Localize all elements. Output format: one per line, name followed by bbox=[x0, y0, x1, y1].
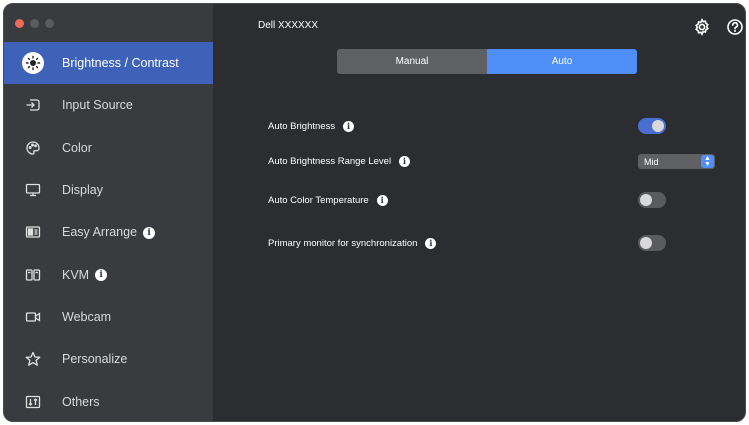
input-source-icon bbox=[22, 94, 44, 116]
auto-brightness-toggle[interactable] bbox=[638, 118, 666, 134]
auto-color-temp-label: Auto Color Temperature bbox=[268, 194, 369, 206]
range-level-row: Auto Brightness Range Level i bbox=[268, 153, 411, 169]
toggle-knob bbox=[640, 194, 652, 206]
layout-icon bbox=[22, 221, 44, 243]
range-level-label: Auto Brightness Range Level bbox=[268, 155, 392, 167]
auto-color-temp-toggle[interactable] bbox=[638, 192, 666, 208]
gear-icon[interactable] bbox=[693, 18, 711, 36]
main-panel: Dell XXXXXX Manual Auto Auto Brightness … bbox=[213, 4, 745, 421]
sidebar-item-label: Others bbox=[62, 394, 100, 409]
sidebar-item-label: Color bbox=[62, 140, 92, 155]
info-icon[interactable]: i bbox=[425, 237, 437, 249]
sun-icon bbox=[22, 52, 44, 75]
auto-color-temp-row: Auto Color Temperature i bbox=[268, 192, 388, 208]
sidebar-item-label: KVM i bbox=[62, 267, 108, 282]
sidebar-item-others[interactable]: Others bbox=[4, 380, 213, 421]
sidebar-item-brightness-contrast[interactable]: Brightness / Contrast bbox=[4, 42, 213, 85]
auto-mode-button[interactable]: Auto bbox=[487, 49, 637, 74]
window-controls bbox=[15, 19, 54, 28]
sidebar-item-text: KVM bbox=[62, 267, 90, 282]
zoom-window-button[interactable] bbox=[45, 19, 54, 28]
primary-sync-label: Primary monitor for synchronization bbox=[268, 237, 418, 249]
webcam-icon bbox=[22, 306, 44, 328]
sidebar-item-label: Personalize bbox=[62, 352, 128, 367]
auto-brightness-label: Auto Brightness bbox=[268, 120, 336, 132]
sidebar-item-color[interactable]: Color bbox=[4, 127, 213, 169]
chevron-up-down-icon: ▲ ▼ bbox=[701, 155, 714, 168]
kvm-icon bbox=[22, 264, 44, 286]
info-icon[interactable]: i bbox=[399, 155, 411, 167]
sidebar: Brightness / Contrast Input Source Color… bbox=[4, 4, 213, 421]
info-icon[interactable]: i bbox=[95, 269, 108, 282]
sidebar-item-label: Brightness / Contrast bbox=[62, 56, 179, 71]
sidebar-item-input-source[interactable]: Input Source bbox=[4, 84, 213, 126]
sidebar-item-webcam[interactable]: Webcam bbox=[4, 296, 213, 338]
sidebar-item-kvm[interactable]: KVM i bbox=[4, 253, 213, 295]
auto-brightness-row: Auto Brightness i bbox=[268, 118, 355, 134]
info-icon[interactable]: i bbox=[343, 120, 355, 132]
sidebar-item-personalize[interactable]: Personalize bbox=[4, 338, 213, 380]
monitor-icon bbox=[22, 179, 44, 201]
mode-segmented-control: Manual Auto bbox=[337, 49, 637, 74]
device-title: Dell XXXXXX bbox=[258, 20, 319, 31]
info-icon[interactable]: i bbox=[376, 194, 388, 206]
range-level-value: Mid bbox=[644, 156, 659, 167]
app-window: Brightness / Contrast Input Source Color… bbox=[3, 3, 746, 422]
help-icon[interactable] bbox=[726, 18, 744, 36]
others-icon bbox=[22, 391, 44, 413]
manual-mode-button[interactable]: Manual bbox=[337, 49, 487, 74]
toggle-knob bbox=[640, 237, 652, 249]
sidebar-item-label: Easy Arrange i bbox=[62, 225, 156, 240]
sidebar-item-easy-arrange[interactable]: Easy Arrange i bbox=[4, 211, 213, 253]
sidebar-item-display[interactable]: Display bbox=[4, 169, 213, 211]
palette-icon bbox=[22, 137, 44, 159]
sidebar-item-text: Easy Arrange bbox=[62, 225, 138, 240]
minimize-window-button[interactable] bbox=[30, 19, 39, 28]
sidebar-item-label: Webcam bbox=[62, 309, 112, 324]
info-icon[interactable]: i bbox=[143, 227, 156, 240]
range-level-select[interactable]: Mid ▲ ▼ bbox=[638, 154, 715, 169]
sidebar-item-label: Display bbox=[62, 183, 103, 198]
star-icon bbox=[22, 348, 44, 370]
sidebar-nav: Brightness / Contrast Input Source Color… bbox=[4, 42, 213, 421]
close-window-button[interactable] bbox=[15, 19, 24, 28]
primary-sync-row: Primary monitor for synchronization i bbox=[268, 235, 437, 251]
primary-sync-toggle[interactable] bbox=[638, 235, 666, 251]
toggle-knob bbox=[652, 120, 664, 132]
sidebar-item-label: Input Source bbox=[62, 98, 133, 113]
